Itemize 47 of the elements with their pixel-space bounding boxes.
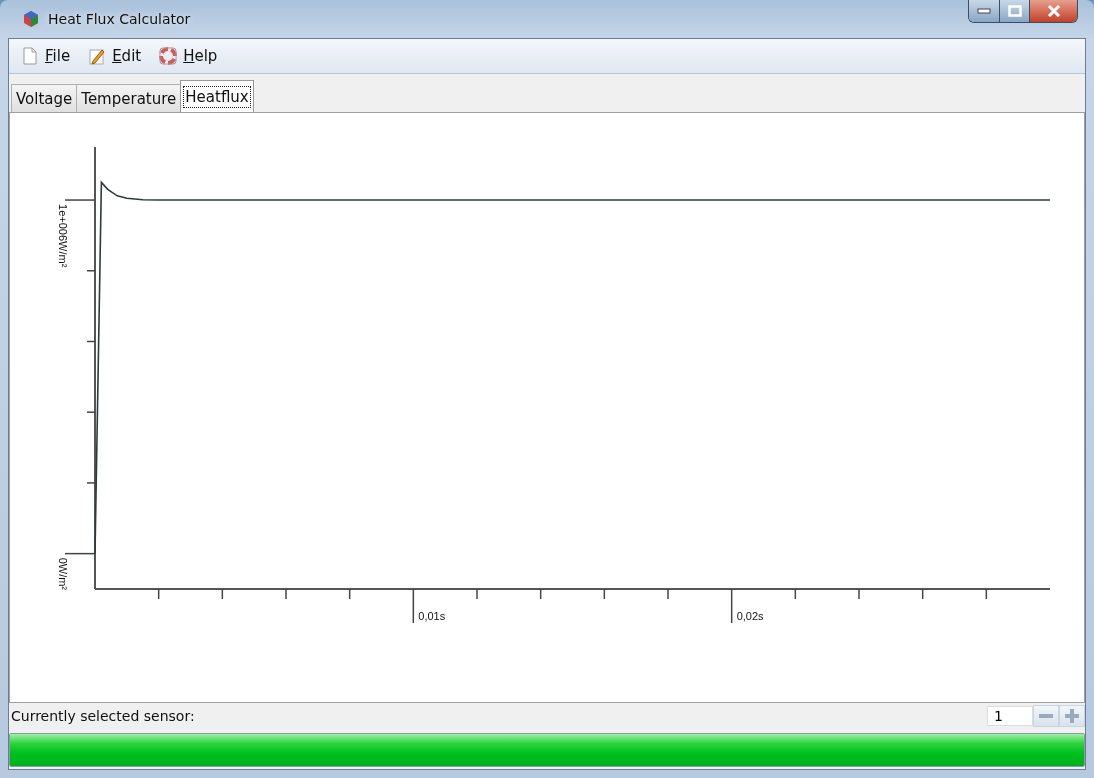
tick-label: 0,01s	[418, 610, 446, 622]
tick-label: 0,02s	[736, 610, 764, 622]
menu-item[interactable]: Help	[157, 45, 220, 67]
maximize-icon	[1007, 5, 1022, 17]
tick-mark	[285, 588, 287, 600]
close-button[interactable]	[1029, 0, 1077, 22]
pencil-icon	[88, 47, 107, 65]
tick-mark	[157, 588, 160, 600]
maximize-button[interactable]	[999, 0, 1029, 22]
tick-mark	[730, 588, 733, 624]
decrement-button[interactable]	[1033, 705, 1059, 727]
menu-item[interactable]: Edit	[86, 45, 144, 67]
tick-label: 1e+006W/m²	[57, 204, 69, 268]
tick-mark	[412, 588, 415, 624]
tab[interactable]: Heatflux	[180, 80, 254, 112]
window-title: Heat Flux Calculator	[48, 11, 191, 27]
tick-mark	[64, 199, 96, 201]
tick-mark	[667, 588, 669, 600]
tick-mark	[64, 552, 96, 555]
tick-mark	[476, 588, 478, 600]
tick-mark	[921, 588, 924, 600]
sensor-label: Currently selected sensor:	[10, 708, 196, 724]
close-icon	[1046, 5, 1061, 17]
tick-mark	[539, 588, 542, 600]
tick-mark	[348, 588, 351, 600]
minimize-button[interactable]	[969, 0, 999, 22]
plus-icon	[1064, 708, 1080, 724]
app-icon	[22, 10, 40, 28]
tick-mark	[603, 588, 606, 600]
tick-mark	[86, 482, 96, 484]
minus-icon	[1038, 713, 1054, 719]
tick-mark	[985, 588, 988, 600]
sensor-field[interactable]: 1	[987, 706, 1033, 726]
tick-mark	[86, 270, 96, 272]
page-icon	[21, 47, 39, 65]
lifebuoy-icon	[159, 47, 178, 65]
tick-label: 0W/m²	[57, 557, 69, 591]
menu-item[interactable]: File	[19, 45, 73, 67]
increment-button[interactable]	[1059, 705, 1085, 727]
tab[interactable]: Voltage	[11, 84, 78, 112]
tick-mark	[221, 588, 224, 600]
tick-mark	[86, 411, 96, 413]
tab[interactable]: Temperature	[76, 84, 182, 112]
tick-mark	[794, 588, 797, 600]
tick-mark	[858, 588, 860, 600]
tick-mark	[86, 340, 96, 343]
minimize-icon	[977, 8, 991, 14]
